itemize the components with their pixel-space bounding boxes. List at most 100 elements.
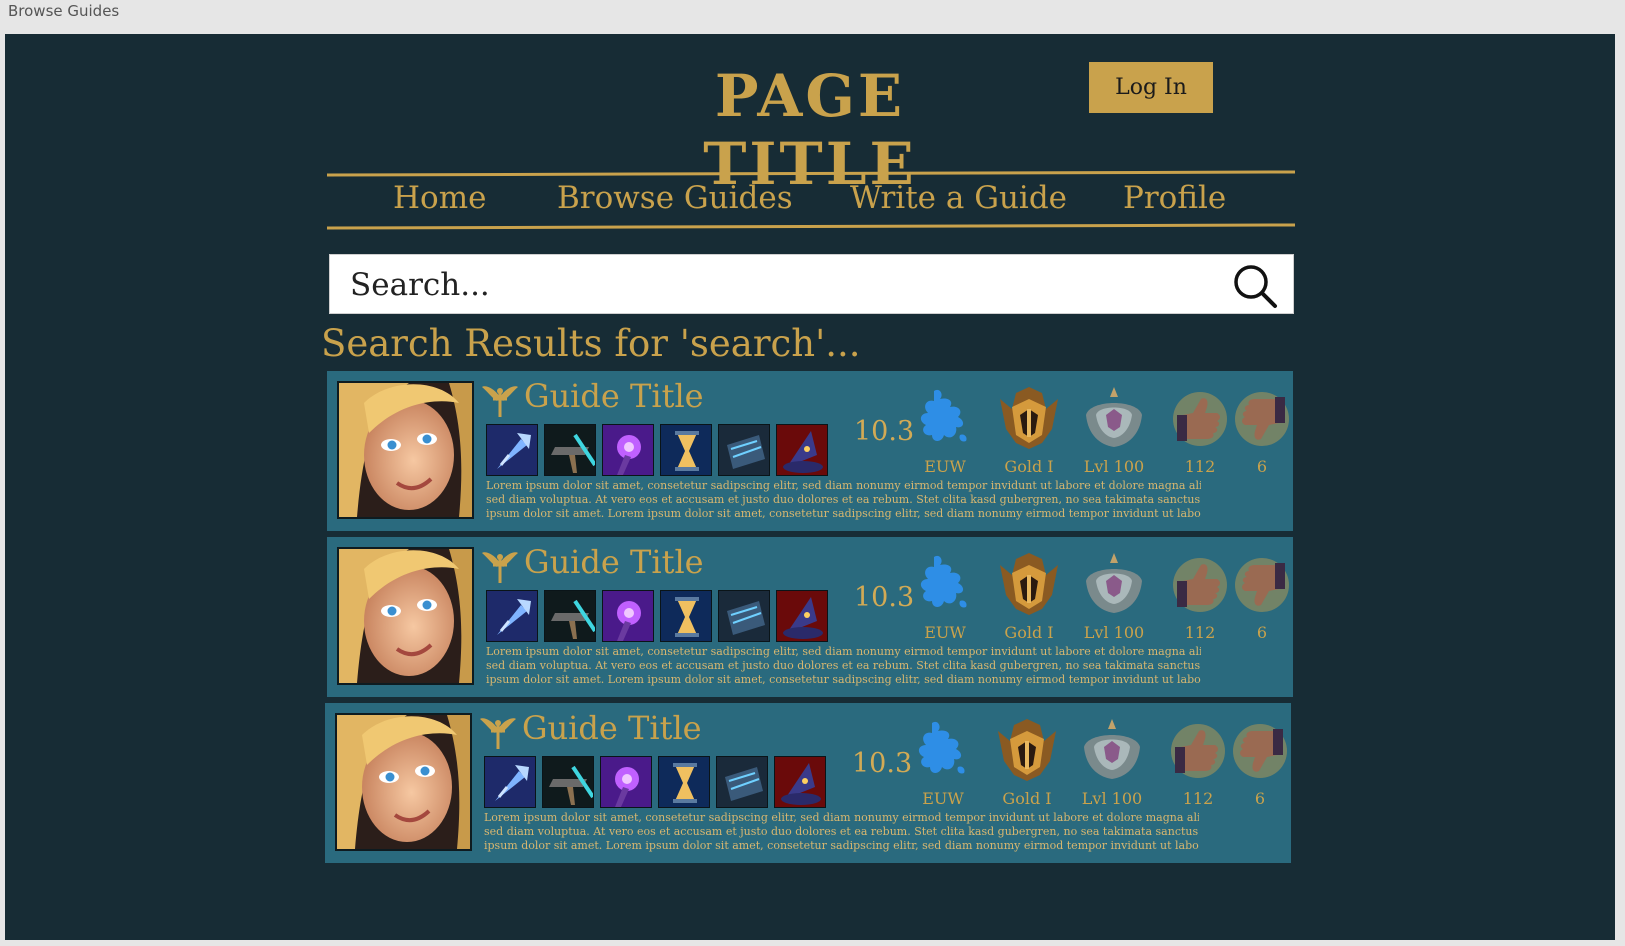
rank-label: Gold I — [1002, 789, 1052, 808]
patch-version: 10.3 — [852, 748, 913, 779]
guide-title[interactable]: Guide Title — [522, 709, 702, 747]
wizard-hat-icon[interactable] — [774, 756, 826, 808]
search-icon[interactable] — [1231, 262, 1279, 310]
level-stat: Lvl 100 — [1079, 551, 1149, 642]
likes-count: 112 — [1184, 623, 1216, 642]
nav-divider-top — [326, 170, 1296, 177]
thumbs-up-icon[interactable] — [1165, 385, 1235, 451]
rank-emblem-icon — [994, 385, 1064, 451]
guide-description: Lorem ipsum dolor sit amet, consetetur s… — [486, 645, 1201, 687]
rank-stat: Gold I — [992, 717, 1062, 808]
arcane-staff-icon[interactable] — [602, 424, 654, 476]
region-stat: EUW — [910, 551, 980, 642]
champion-portrait — [337, 547, 474, 685]
description-line: ipsum dolor sit amet. Lorem ipsum dolor … — [484, 839, 1199, 852]
nav-item-profile[interactable]: Profile — [1123, 180, 1226, 216]
wizard-hat-icon[interactable] — [776, 590, 828, 642]
hammer-icon[interactable] — [542, 756, 594, 808]
dislikes-count: 6 — [1256, 457, 1268, 476]
likes-stat: 112 — [1163, 717, 1233, 808]
crystal-scepter-icon[interactable] — [484, 756, 536, 808]
rank-stat: Gold I — [994, 551, 1064, 642]
dislikes-count: 6 — [1256, 623, 1268, 642]
champion-portrait — [335, 713, 472, 851]
arcane-staff-icon[interactable] — [600, 756, 652, 808]
guide-card[interactable]: Guide Title 10.3 EUW Gold I Lvl 100 112 … — [325, 703, 1291, 863]
level-badge-icon — [1077, 717, 1147, 783]
hourglass-icon[interactable] — [660, 424, 712, 476]
guide-emblem-icon — [481, 549, 519, 585]
dislikes-stat: 6 — [1227, 551, 1297, 642]
guide-title[interactable]: Guide Title — [524, 377, 704, 415]
arcane-staff-icon[interactable] — [602, 590, 654, 642]
crystal-scepter-icon[interactable] — [486, 424, 538, 476]
nav-item-home[interactable]: Home — [393, 180, 486, 216]
champion-portrait — [337, 381, 474, 519]
rank-label: Gold I — [1004, 623, 1054, 642]
region-stat: EUW — [908, 717, 978, 808]
login-button[interactable]: Log In — [1089, 62, 1213, 113]
guide-description: Lorem ipsum dolor sit amet, consetetur s… — [484, 811, 1199, 853]
guide-title[interactable]: Guide Title — [524, 543, 704, 581]
rank-emblem-icon — [994, 551, 1064, 617]
likes-count: 112 — [1184, 457, 1216, 476]
results-heading: Search Results for 'search'... — [321, 322, 861, 365]
nav-item-browse-guides[interactable]: Browse Guides — [557, 180, 793, 216]
crystal-scepter-icon[interactable] — [486, 590, 538, 642]
dislikes-stat: 6 — [1227, 385, 1297, 476]
region-stat: EUW — [910, 385, 980, 476]
region-label: EUW — [924, 623, 966, 642]
window-title: Browse Guides — [8, 2, 120, 20]
thumbs-down-icon[interactable] — [1225, 717, 1295, 783]
rank-stat: Gold I — [994, 385, 1064, 476]
region-map-icon — [910, 385, 980, 451]
patch-version: 10.3 — [854, 416, 915, 447]
description-line: Lorem ipsum dolor sit amet, consetetur s… — [486, 479, 1201, 492]
description-line: ipsum dolor sit amet. Lorem ipsum dolor … — [486, 507, 1201, 520]
guide-card[interactable]: Guide Title 10.3 EUW Gold I Lvl 100 112 … — [327, 371, 1293, 531]
tome-icon[interactable] — [718, 590, 770, 642]
description-line: sed diam voluptua. At vero eos et accusa… — [486, 493, 1201, 506]
likes-count: 112 — [1182, 789, 1214, 808]
description-line: Lorem ipsum dolor sit amet, consetetur s… — [484, 811, 1199, 824]
description-line: sed diam voluptua. At vero eos et accusa… — [486, 659, 1201, 672]
rank-emblem-icon — [992, 717, 1062, 783]
level-stat: Lvl 100 — [1079, 385, 1149, 476]
hourglass-icon[interactable] — [660, 590, 712, 642]
thumbs-down-icon[interactable] — [1227, 551, 1297, 617]
guide-card[interactable]: Guide Title 10.3 EUW Gold I Lvl 100 112 … — [327, 537, 1293, 697]
guide-description: Lorem ipsum dolor sit amet, consetetur s… — [486, 479, 1201, 521]
hammer-icon[interactable] — [544, 590, 596, 642]
nav-item-write-a-guide[interactable]: Write a Guide — [850, 180, 1067, 216]
guide-emblem-icon — [481, 383, 519, 419]
wizard-hat-icon[interactable] — [776, 424, 828, 476]
region-map-icon — [910, 551, 980, 617]
dislikes-count: 6 — [1254, 789, 1266, 808]
search-bar — [329, 254, 1294, 314]
patch-version: 10.3 — [854, 582, 915, 613]
hourglass-icon[interactable] — [658, 756, 710, 808]
likes-stat: 112 — [1165, 551, 1235, 642]
level-label: Lvl 100 — [1081, 789, 1143, 808]
hammer-icon[interactable] — [544, 424, 596, 476]
description-line: ipsum dolor sit amet. Lorem ipsum dolor … — [486, 673, 1201, 686]
likes-stat: 112 — [1165, 385, 1235, 476]
tome-icon[interactable] — [718, 424, 770, 476]
search-input[interactable] — [348, 263, 1232, 307]
description-line: sed diam voluptua. At vero eos et accusa… — [484, 825, 1199, 838]
thumbs-up-icon[interactable] — [1163, 717, 1233, 783]
main-nav: Home Browse Guides Write a Guide Profile — [326, 170, 1296, 230]
dislikes-stat: 6 — [1225, 717, 1295, 808]
region-label: EUW — [922, 789, 964, 808]
tome-icon[interactable] — [716, 756, 768, 808]
thumbs-up-icon[interactable] — [1165, 551, 1235, 617]
level-label: Lvl 100 — [1083, 457, 1145, 476]
region-label: EUW — [924, 457, 966, 476]
level-badge-icon — [1079, 385, 1149, 451]
description-line: Lorem ipsum dolor sit amet, consetetur s… — [486, 645, 1201, 658]
rank-label: Gold I — [1004, 457, 1054, 476]
region-map-icon — [908, 717, 978, 783]
level-stat: Lvl 100 — [1077, 717, 1147, 808]
level-badge-icon — [1079, 551, 1149, 617]
thumbs-down-icon[interactable] — [1227, 385, 1297, 451]
